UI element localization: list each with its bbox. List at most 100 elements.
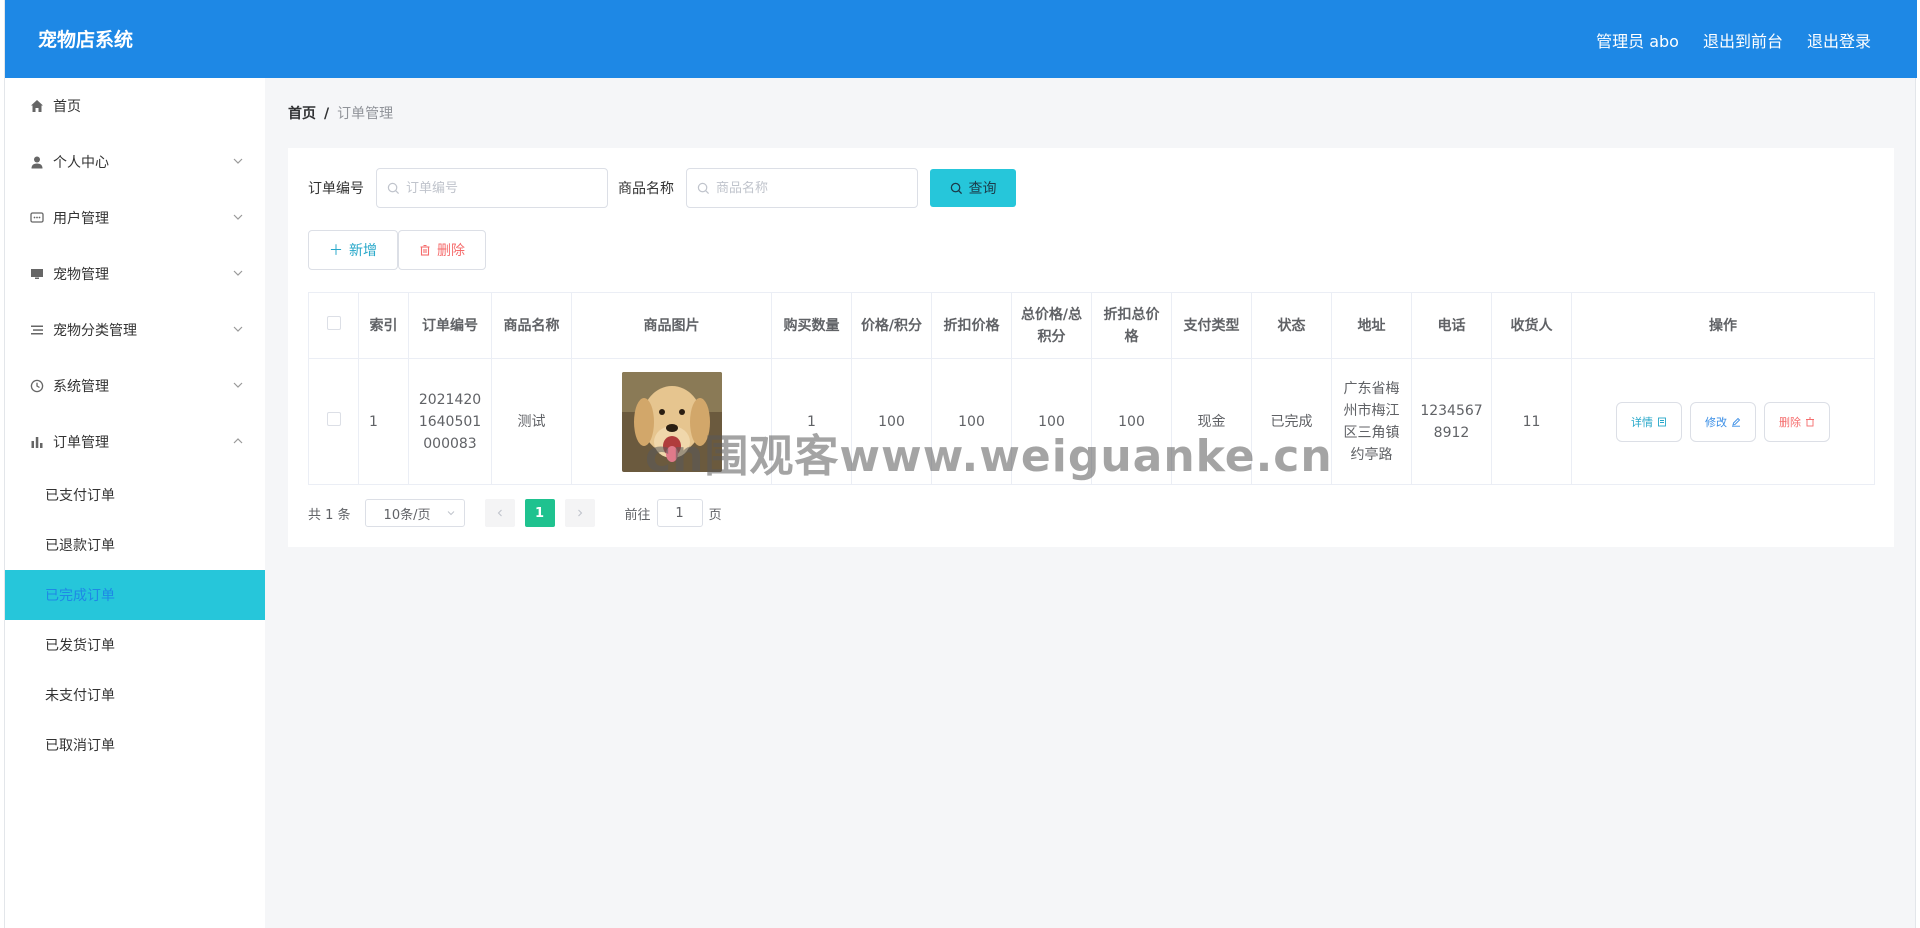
add-button[interactable]: ＋ 新增 [308,230,398,270]
sidebar-item-label: 个人中心 [53,155,109,171]
chevron-down-icon [447,511,454,516]
order-no-input[interactable] [406,180,596,196]
sidebar-item-orders[interactable]: 订单管理 [5,414,265,470]
product-name-label: 商品名称 [618,181,674,197]
pagination-total: 共 1 条 [308,507,351,523]
delete-button-label: 删除 [437,242,465,258]
row-select-cell [308,358,359,485]
breadcrumb-separator: / [324,106,330,122]
trash-icon [420,244,430,256]
detail-button-label: 详情 [1631,416,1653,429]
action-buttons: ＋ 新增 删除 [308,230,486,270]
list-icon [29,322,45,338]
select-all-checkbox[interactable] [326,315,341,330]
row-checkbox[interactable] [326,411,341,426]
row-operations: 详情 修改 删除 [1578,401,1868,442]
goto-page-input[interactable]: 1 [656,499,703,527]
sidebar-subitem-refunded-orders[interactable]: 已退款订单 [5,520,265,570]
home-icon [29,98,45,114]
next-page-button[interactable] [564,499,595,527]
page-size-value: 10条/页 [383,507,431,523]
brand-title: 宠物店系统 [38,29,134,51]
cell-index: 1 [358,358,409,485]
clock-icon [29,378,45,394]
sidebar-subitem-shipped-orders[interactable]: 已发货订单 [5,620,265,670]
breadcrumb-home[interactable]: 首页 [288,106,316,122]
chevron-right-icon [577,509,582,517]
admin-label[interactable]: 管理员 abo [1596,28,1679,52]
column-header: 订单编号 [408,292,492,359]
trash-icon [1806,417,1814,426]
query-button-label: 查询 [968,180,997,196]
orders-table: 索引 订单编号 商品名称 商品图片 购买数量 价格/积分 折扣价格 总价格/总积… [308,292,1875,485]
breadcrumb: 首页 / 订单管理 [288,103,393,123]
search-form: 订单编号 商品名称 查询 [308,168,1016,208]
column-header: 收货人 [1491,292,1572,359]
column-header: 折扣总价格 [1091,292,1172,359]
app-window: 宠物店系统 管理员 abo 退出到前台 退出登录 首页 个人中心 用户管理 宠物… [4,0,1917,928]
chevron-down-icon [233,214,243,220]
logout-link[interactable]: 退出登录 [1807,28,1871,52]
monitor-icon [29,266,45,282]
chevron-down-icon [233,326,243,332]
sidebar-item-pet-categories[interactable]: 宠物分类管理 [5,302,265,358]
goto-label: 前往 [624,507,651,523]
user-icon [29,154,45,170]
search-icon [950,182,962,194]
prev-page-button[interactable] [484,499,515,527]
edit-icon [1732,417,1741,427]
cell-operations: 详情 修改 删除 [1571,358,1875,485]
add-button-label: 新增 [349,242,377,258]
page-unit-label: 页 [708,507,722,523]
select-all-cell [308,292,359,359]
product-name-input[interactable] [716,180,906,196]
remove-button[interactable]: 删除 [1764,401,1830,442]
page-number-current[interactable]: 1 [524,499,555,527]
sidebar-item-system[interactable]: 系统管理 [5,358,265,414]
plus-icon: ＋ [329,242,343,258]
delete-button[interactable]: 删除 [398,230,486,270]
column-header: 状态 [1251,292,1332,359]
column-header: 支付类型 [1171,292,1252,359]
order-no-label: 订单编号 [308,181,364,197]
chevron-left-icon [497,509,502,517]
table-row: 1 20214201640501000083 测试 1 100 100 100 … [308,358,1875,485]
column-header: 购买数量 [771,292,852,359]
cell-discount-price: 100 [931,358,1012,485]
edit-button[interactable]: 修改 [1690,401,1756,442]
chart-icon [29,434,45,450]
sidebar-item-label: 宠物管理 [53,267,109,283]
cell-total: 100 [1011,358,1092,485]
sidebar-subitem-completed-orders[interactable]: 已完成订单 [5,570,265,620]
sidebar-item-label: 系统管理 [53,379,109,395]
sidebar-subitem-cancelled-orders[interactable]: 已取消订单 [5,720,265,770]
column-header: 索引 [358,292,409,359]
cell-phone: 12345678912 [1411,358,1492,485]
pagination: 共 1 条 10条/页 1 前往 1 页 [308,499,722,527]
table-header-row: 索引 订单编号 商品名称 商品图片 购买数量 价格/积分 折扣价格 总价格/总积… [308,292,1875,359]
remove-button-label: 删除 [1779,416,1801,429]
query-button[interactable]: 查询 [930,169,1016,207]
edit-button-label: 修改 [1705,416,1727,429]
back-to-front-link[interactable]: 退出到前台 [1703,28,1783,52]
top-header: 宠物店系统 管理员 abo 退出到前台 退出登录 [5,0,1917,78]
column-header: 商品图片 [571,292,772,359]
content-panel: 订单编号 商品名称 查询 ＋ 新增 删除 [288,148,1894,547]
sidebar-item-profile[interactable]: 个人中心 [5,134,265,190]
detail-button[interactable]: 详情 [1616,401,1682,442]
sidebar-subitem-unpaid-orders[interactable]: 未支付订单 [5,670,265,720]
chevron-down-icon [233,382,243,388]
sidebar-item-label: 订单管理 [53,435,109,451]
sidebar-item-users[interactable]: 用户管理 [5,190,265,246]
sidebar-item-pets[interactable]: 宠物管理 [5,246,265,302]
cell-image [571,358,772,485]
product-image-dog [621,371,722,472]
sidebar-subitem-paid-orders[interactable]: 已支付订单 [5,470,265,520]
cell-product: 测试 [491,358,572,485]
column-header: 总价格/总积分 [1011,292,1092,359]
column-header: 操作 [1571,292,1875,359]
cell-discount-total: 100 [1091,358,1172,485]
chevron-down-icon [233,158,243,164]
page-size-select[interactable]: 10条/页 [364,499,465,527]
sidebar-item-home[interactable]: 首页 [5,78,265,134]
